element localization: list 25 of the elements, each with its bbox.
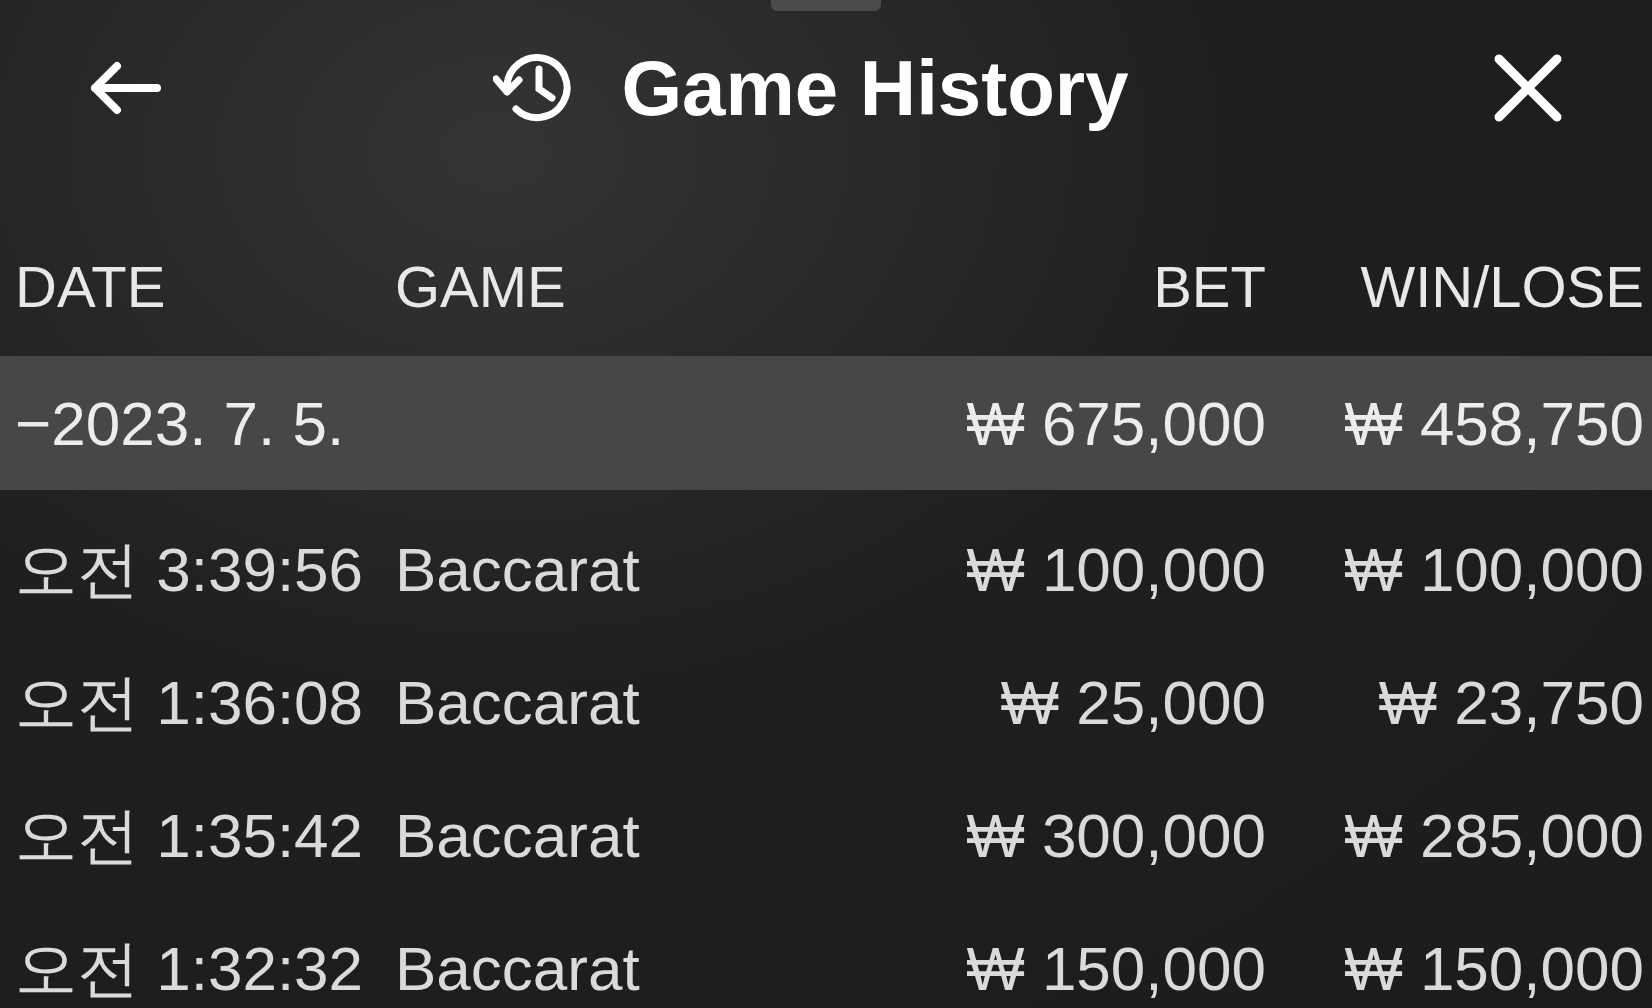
group-win-total: ₩ 458,750 bbox=[1343, 387, 1644, 460]
drag-handle[interactable] bbox=[771, 0, 881, 11]
time-cell-text: 오전 3:39:56 bbox=[15, 534, 365, 606]
bet-cell-text: ₩ 100,000 bbox=[966, 534, 1266, 606]
win-lose-cell-text: ₩ 100,000 bbox=[1343, 534, 1644, 606]
bet-cell-text: ₩ 25,000 bbox=[999, 667, 1266, 739]
column-header: GAME bbox=[395, 252, 567, 321]
win-lose-cell-text: ₩ 285,000 bbox=[1343, 800, 1644, 872]
group-date: −2023. 7. 5. bbox=[15, 387, 346, 460]
bet-cell-text: ₩ 300,000 bbox=[966, 800, 1266, 872]
time-cell-text: 오전 1:36:08 bbox=[15, 667, 365, 739]
group-bet-total: ₩ 675,000 bbox=[966, 387, 1266, 460]
column-header: WIN/LOSE bbox=[1359, 252, 1644, 321]
date-group-row[interactable]: −2023. 7. 5. ₩ 675,000 ₩ 458,750 bbox=[0, 356, 1652, 490]
game-cell-text: Baccarat bbox=[395, 667, 641, 739]
win-lose-cell-text: ₩ 23,750 bbox=[1377, 667, 1644, 739]
bet-cell-text: ₩ 150,000 bbox=[966, 933, 1266, 1005]
time-cell-text: 오전 1:35:42 bbox=[15, 800, 365, 872]
column-header: BET bbox=[1152, 252, 1266, 321]
game-cell-text: Baccarat bbox=[395, 534, 641, 606]
win-lose-cell-text: ₩ 150,000 bbox=[1343, 933, 1644, 1005]
column-header: DATE bbox=[15, 252, 167, 321]
game-cell-text: Baccarat bbox=[395, 933, 641, 1005]
time-cell-text: 오전 1:32:32 bbox=[15, 933, 365, 1005]
game-cell-text: Baccarat bbox=[395, 800, 641, 872]
